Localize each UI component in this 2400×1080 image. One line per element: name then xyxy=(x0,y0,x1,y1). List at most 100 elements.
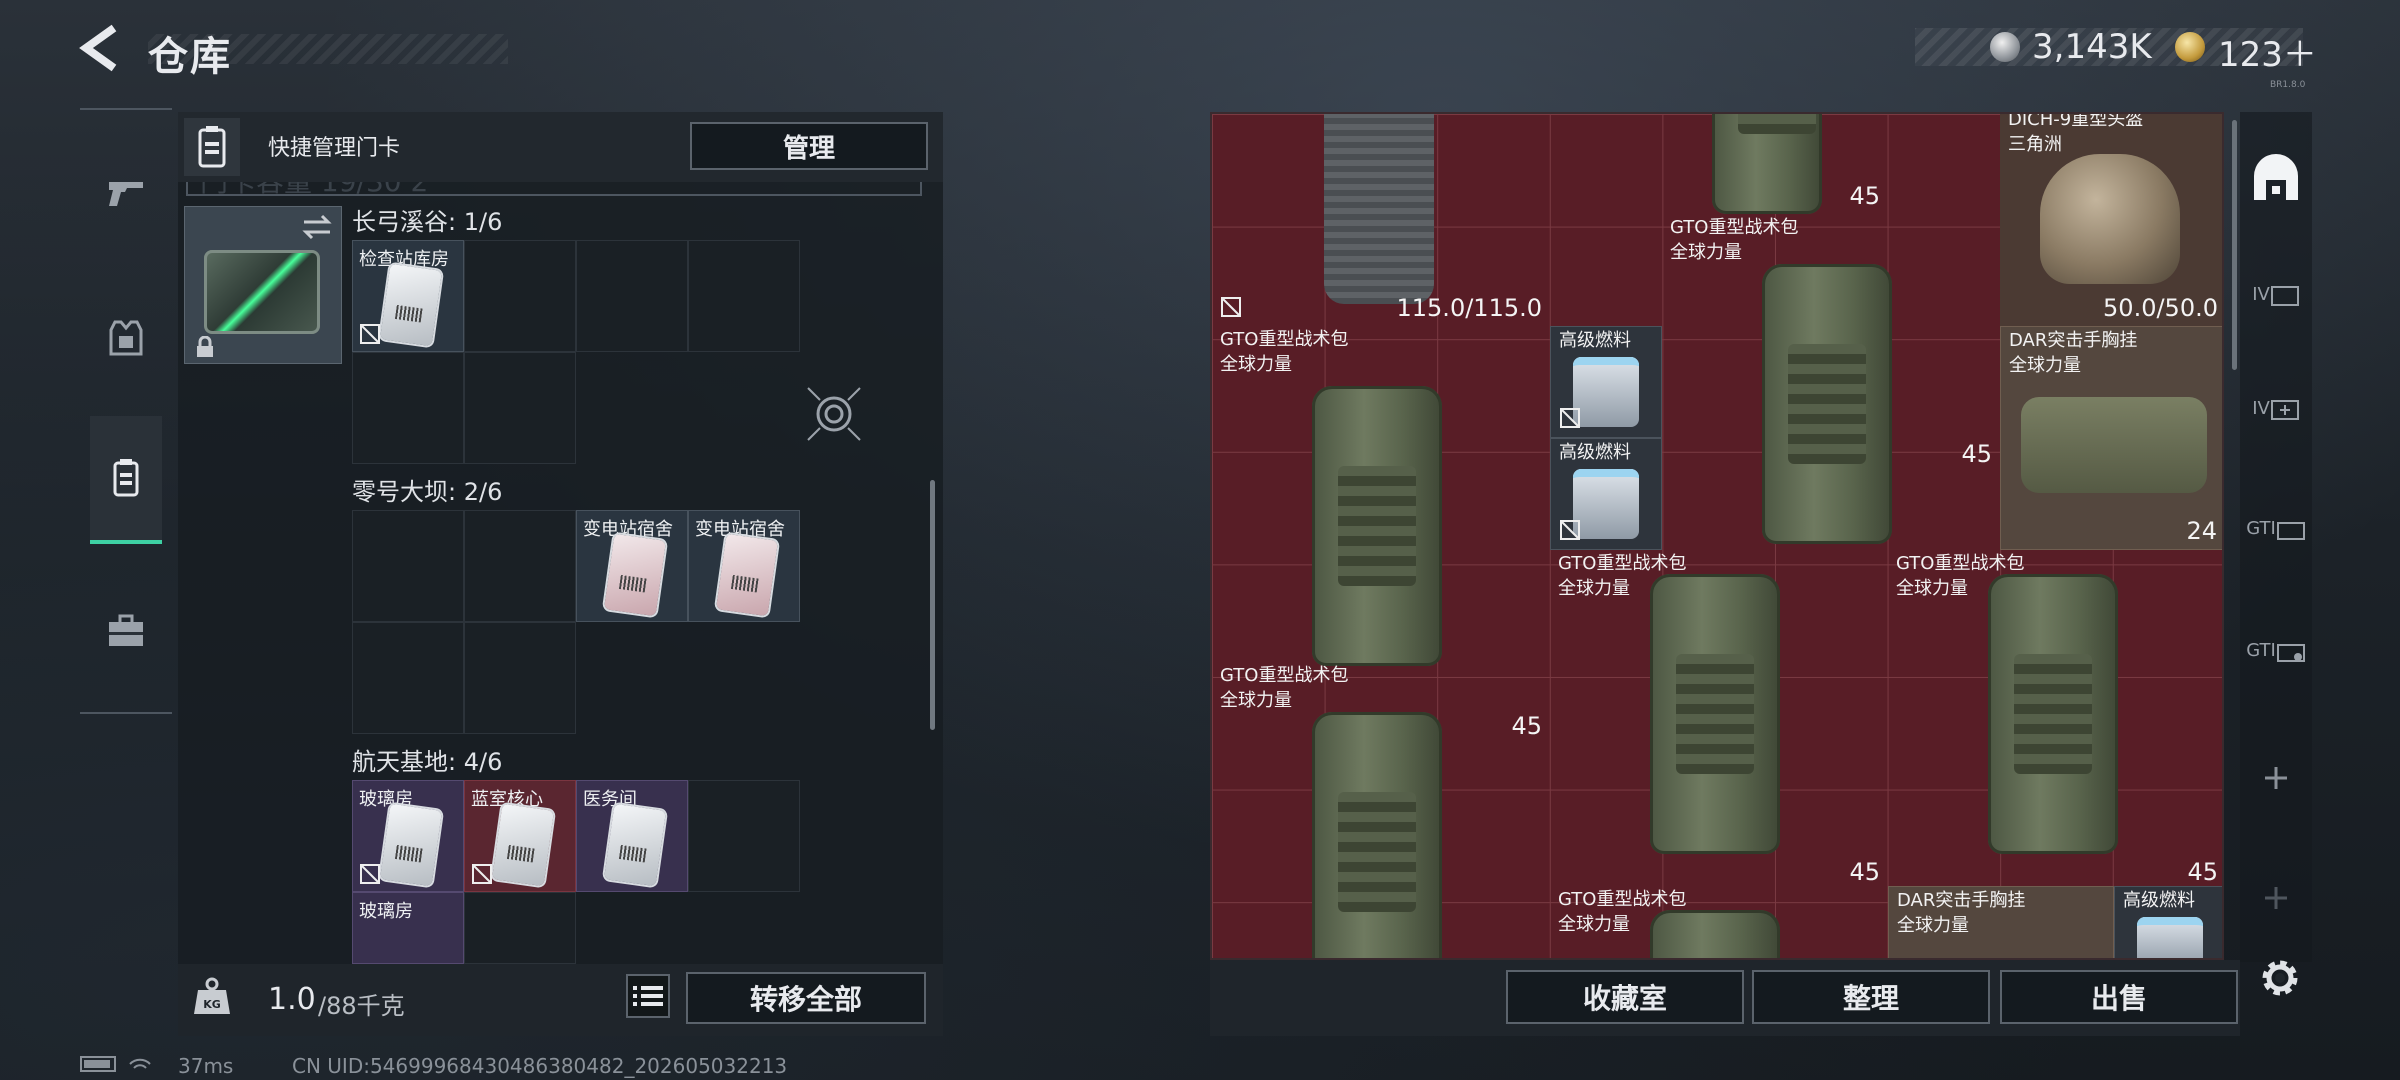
tab-container[interactable] xyxy=(90,416,162,544)
collection-button[interactable]: 收藏室 xyxy=(1506,970,1744,1024)
zone-title: 航天基地: 4/6 xyxy=(352,748,503,776)
item-brand: 全球力量 xyxy=(1220,354,1292,375)
folder-icon xyxy=(2270,286,2299,306)
item-brand: 全球力量 xyxy=(1896,578,1968,599)
scrollbar[interactable] xyxy=(930,480,935,730)
stash-item-chest-rig[interactable]: DAR突击手胸挂 全球力量 24 xyxy=(2000,326,2222,550)
add-page-button[interactable] xyxy=(2244,858,2308,938)
empty-slot[interactable] xyxy=(352,352,464,464)
keycard-slot[interactable]: 玻璃房 xyxy=(352,892,464,964)
empty-slot[interactable] xyxy=(688,780,800,892)
no-carry-icon xyxy=(1560,408,1580,428)
transfer-all-button[interactable]: 转移全部 xyxy=(686,972,926,1024)
item-brand: 全球力量 xyxy=(1220,690,1292,711)
empty-slot[interactable] xyxy=(352,510,464,622)
manage-button[interactable]: 管理 xyxy=(690,122,928,170)
item-name: GTO重型战术包 xyxy=(1896,553,2025,574)
empty-slot[interactable] xyxy=(464,892,576,964)
keycard-slot[interactable]: 蓝室核心 xyxy=(464,780,576,892)
stash-item-backpack[interactable]: GTO重型战术包 全球力量 45 xyxy=(1888,550,2222,887)
premium-amount[interactable]: 123＋ xyxy=(2218,27,2317,76)
durability-text: 45 xyxy=(1849,858,1880,886)
pistol-icon xyxy=(109,182,143,206)
item-name: GTO重型战术包 xyxy=(1558,889,1687,910)
durability-text: 115.0/115.0 xyxy=(1396,294,1543,322)
currency-amount[interactable]: 3,143K xyxy=(2032,27,2152,67)
stash-item-helmet[interactable]: DICH-9重型头盔 三角洲 50.0/50.0 xyxy=(2000,114,2222,326)
stash-item-backpack[interactable]: GTO重型战术包 全球力量 xyxy=(1550,886,1888,958)
item-name: DAR突击手胸挂 xyxy=(2009,330,2138,351)
durability-text: 24 xyxy=(2186,517,2217,545)
item-name: 高级燃料 xyxy=(1559,330,1631,351)
item-brand: 全球力量 xyxy=(1897,915,1969,936)
weight-icon: KG xyxy=(190,974,234,1018)
stash-item-chest-rig[interactable]: DAR突击手胸挂 全球力量 xyxy=(1888,886,2114,958)
durability-text: 45 xyxy=(1961,440,1992,468)
stash-page-tab[interactable]: IV xyxy=(2244,368,2308,448)
list-view-button[interactable] xyxy=(626,974,670,1018)
fuel-image xyxy=(1573,357,1639,427)
stash-home-tab[interactable] xyxy=(2244,138,2308,218)
item-brand: 三角洲 xyxy=(2008,134,2062,155)
stash-page-tab[interactable]: IV xyxy=(2244,254,2308,334)
empty-slot[interactable] xyxy=(464,510,576,622)
keycard-slot[interactable]: 医务间 xyxy=(576,780,688,892)
weight-icon-label: KG xyxy=(203,998,221,1011)
empty-slot[interactable] xyxy=(464,352,576,464)
add-page-button[interactable] xyxy=(2244,738,2308,818)
empty-slot[interactable] xyxy=(352,622,464,734)
sort-button[interactable]: 整理 xyxy=(1752,970,1990,1024)
settings-button[interactable] xyxy=(2254,952,2306,1004)
chest-rig-image xyxy=(2021,397,2207,493)
fuel-image xyxy=(2137,917,2203,958)
keycard-slot[interactable]: 检查站库房 xyxy=(352,240,464,352)
stash-item-vest[interactable]: 115.0/115.0 xyxy=(1212,114,1550,326)
item-brand: 全球力量 xyxy=(1670,242,1742,263)
armor-icon xyxy=(109,320,143,356)
stash-item-backpack[interactable]: 45 xyxy=(1662,114,1888,214)
keycard-slot[interactable]: 玻璃房 xyxy=(352,780,464,892)
swap-icon[interactable] xyxy=(300,210,334,244)
backpack-image xyxy=(1988,574,2118,854)
page-tab-label: IV xyxy=(2252,397,2270,419)
item-name: GTO重型战术包 xyxy=(1220,665,1349,686)
gear-icon xyxy=(2262,960,2298,996)
backpack-image xyxy=(1312,712,1442,958)
empty-slot[interactable] xyxy=(576,240,688,352)
stash-item-fuel[interactable]: 高级燃料 xyxy=(1550,326,1662,438)
item-name: 高级燃料 xyxy=(2123,890,2195,911)
list-icon xyxy=(633,986,663,1006)
keycard-icon xyxy=(491,803,555,887)
stash-page-tab[interactable]: GTI xyxy=(2244,488,2308,568)
durability-text: 50.0/50.0 xyxy=(2103,294,2218,322)
backpack-image xyxy=(1762,264,1892,544)
empty-slot[interactable] xyxy=(464,240,576,352)
tab-weapons[interactable] xyxy=(90,146,162,236)
sell-button[interactable]: 出售 xyxy=(2000,970,2238,1024)
empty-slot[interactable] xyxy=(464,622,576,734)
zone-title: 零号大坝: 2/6 xyxy=(352,478,503,506)
locate-icon[interactable] xyxy=(804,384,864,444)
back-button[interactable] xyxy=(74,22,126,74)
plus-icon xyxy=(2265,767,2287,789)
stash-item-backpack[interactable]: GTO重型战术包 全球力量 45 xyxy=(1212,662,1550,958)
backpack-image xyxy=(1650,910,1780,958)
lock-icon xyxy=(194,335,216,358)
stash-item-fuel[interactable]: 高级燃料 xyxy=(1550,438,1662,550)
tab-toolbox[interactable] xyxy=(90,586,162,676)
keycard-label: 玻璃房 xyxy=(359,901,413,922)
keycard-slot[interactable]: 变电站宿舍 xyxy=(688,510,800,622)
coin-icon xyxy=(1990,32,2020,62)
version-text: BR1.8.0 xyxy=(2270,80,2306,90)
stash-page-tab[interactable]: GTI xyxy=(2244,610,2308,690)
keycard-slot[interactable]: 变电站宿舍 xyxy=(576,510,688,622)
empty-slot[interactable] xyxy=(688,240,800,352)
item-name: GTO重型战术包 xyxy=(1220,329,1349,350)
chevron-left-icon xyxy=(79,24,117,72)
item-brand: 全球力量 xyxy=(1558,578,1630,599)
tab-equipment[interactable] xyxy=(90,292,162,382)
fuel-image xyxy=(1573,469,1639,539)
scrollbar[interactable] xyxy=(2232,120,2237,370)
stash-item-fuel[interactable]: 高级燃料 xyxy=(2114,886,2222,958)
stash-grid[interactable]: 115.0/115.0 45 DICH-9重型头盔 三角洲 50.0/50.0 … xyxy=(1210,112,2224,960)
